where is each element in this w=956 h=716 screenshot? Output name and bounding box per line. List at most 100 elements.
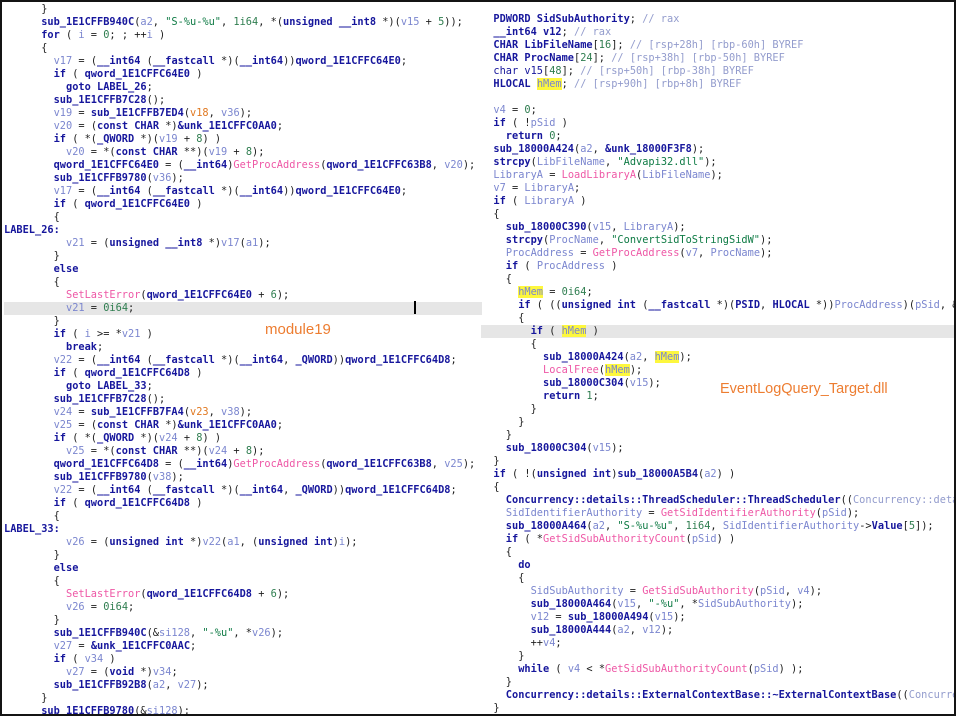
code-line[interactable]: for ( i = 0; ; ++i ) [4,29,482,42]
code-line[interactable]: { [481,338,954,351]
code-line[interactable]: v27 = &unk_1E1CFFC0AAC; [4,640,482,653]
code-line[interactable]: } [481,650,954,663]
code-line[interactable]: LABEL_26: [4,224,482,237]
code-line[interactable]: { [4,510,482,523]
code-line[interactable]: LABEL_33: [4,523,482,536]
code-line[interactable]: CHAR ProcName[24]; // [rsp+38h] [rbp-50h… [481,52,954,65]
code-line[interactable]: { [4,276,482,289]
code-line[interactable]: if ( qword_1E1CFFC64E0 ) [4,68,482,81]
code-line[interactable]: sub_1E1CFFB940C(a2, "S-%u-%u", 1i64, *(u… [4,16,482,29]
code-line[interactable]: { [481,546,954,559]
code-line[interactable]: if ( !(unsigned int)sub_18000A5B4(a2) ) [481,468,954,481]
code-line[interactable]: if ( i >= *v21 ) [4,328,482,341]
code-line[interactable]: sub_18000C390(v15, LibraryA); [481,221,954,234]
code-line[interactable]: else [4,263,482,276]
code-line[interactable]: break; [4,341,482,354]
code-line[interactable]: if ( *(_QWORD *)(v19 + 8) ) [4,133,482,146]
code-line[interactable]: v25 = (const CHAR *)&unk_1E1CFFC0AA0; [4,419,482,432]
code-line[interactable]: } [481,403,954,416]
code-line[interactable]: ProcAddress = GetProcAddress(v7, ProcNam… [481,247,954,260]
code-line[interactable]: strcpy(ProcName, "ConvertSidToStringSidW… [481,234,954,247]
code-line[interactable]: return 0; [481,130,954,143]
code-line[interactable]: { [4,575,482,588]
code-line[interactable]: v7 = LibraryA; [481,182,954,195]
code-line[interactable]: { [481,208,954,221]
code-line[interactable]: { [481,572,954,585]
code-line[interactable]: if ( qword_1E1CFFC64D8 ) [4,367,482,380]
code-line[interactable]: v17 = (__int64 (__fastcall *)(__int64))q… [4,55,482,68]
pseudocode-pane-right[interactable]: PDWORD SidSubAuthority; // rax __int64 v… [481,2,954,716]
code-line[interactable]: qword_1E1CFFC64D8 = (__int64)GetProcAddr… [4,458,482,471]
code-line[interactable]: v4 = 0; [481,104,954,117]
code-line[interactable]: { [481,273,954,286]
code-line[interactable]: { [4,211,482,224]
code-line[interactable]: v24 = sub_1E1CFFB7FA4(v23, v38); [4,406,482,419]
code-line[interactable]: LocalFree(hMem); [481,364,954,377]
code-line[interactable]: Concurrency::details::ThreadScheduler::T… [481,494,954,507]
code-line[interactable]: sub_1E1CFFB940C(&si128, "-%u", *v26); [4,627,482,640]
code-line[interactable]: sub_18000A464(v15, "-%u", *SidSubAuthori… [481,598,954,611]
code-line[interactable]: } [481,676,954,689]
code-line[interactable]: } [481,416,954,429]
code-line[interactable]: PDWORD SidSubAuthority; // rax [481,13,954,26]
code-line[interactable]: while ( v4 < *GetSidSubAuthorityCount(pS… [481,663,954,676]
code-line[interactable]: sub_1E1CFFB7C28(); [4,94,482,107]
code-line[interactable]: if ( !pSid ) [481,117,954,130]
code-line[interactable]: if ( *(_QWORD *)(v24 + 8) ) [4,432,482,445]
code-line[interactable]: } [4,250,482,263]
code-line[interactable]: sub_1E1CFFB9780(&si128); [4,705,482,714]
code-line[interactable]: } [4,549,482,562]
code-line[interactable]: sub_1E1CFFB92B8(a2, v27); [4,679,482,692]
code-line[interactable]: } [4,3,482,16]
code-line[interactable]: v17 = (__int64 (__fastcall *)(__int64))q… [4,185,482,198]
code-line[interactable]: SetLastError(qword_1E1CFFC64E0 + 6); [4,289,482,302]
code-line[interactable]: SidSubAuthority = GetSidSubAuthority(pSi… [481,585,954,598]
code-line[interactable]: { [481,481,954,494]
code-line[interactable]: } [481,429,954,442]
code-line[interactable]: sub_18000A424(a2, hMem); [481,351,954,364]
code-line[interactable]: Concurrency::details::ExternalContextBas… [481,689,954,702]
code-line[interactable]: CHAR LibFileName[16]; // [rsp+28h] [rbp-… [481,39,954,52]
code-line[interactable]: sub_1E1CFFB9780(v38); [4,471,482,484]
code-line-current[interactable]: v21 = 0i64; [4,302,482,315]
code-line[interactable]: qword_1E1CFFC64E0 = (__int64)GetProcAddr… [4,159,482,172]
code-line[interactable]: v19 = sub_1E1CFFB7ED4(v18, v36); [4,107,482,120]
code-line[interactable]: v22 = (__int64 (__fastcall *)(__int64, _… [4,484,482,497]
code-line[interactable]: if ( qword_1E1CFFC64E0 ) [4,198,482,211]
code-line[interactable]: SidIdentifierAuthority = GetSidIdentifie… [481,507,954,520]
code-line[interactable]: if ( *GetSidSubAuthorityCount(pSid) ) [481,533,954,546]
code-line[interactable]: v21 = (unsigned __int8 *)v17(a1); [4,237,482,250]
code-line[interactable]: goto LABEL_33; [4,380,482,393]
code-line[interactable]: sub_18000A444(a2, v12); [481,624,954,637]
code-line[interactable]: SetLastError(qword_1E1CFFC64D8 + 6); [4,588,482,601]
code-line[interactable]: } [4,614,482,627]
code-line[interactable]: sub_18000A464(a2, "S-%u-%u", 1i64, SidId… [481,520,954,533]
code-line[interactable]: v26 = (unsigned int *)v22(a1, (unsigned … [4,536,482,549]
code-line[interactable]: v25 = *(const CHAR **)(v24 + 8); [4,445,482,458]
code-line[interactable]: hMem = 0i64; [481,286,954,299]
code-line[interactable]: char v15[48]; // [rsp+50h] [rbp-38h] BYR… [481,65,954,78]
code-line[interactable]: if ( LibraryA ) [481,195,954,208]
code-line[interactable]: v27 = (void *)v34; [4,666,482,679]
code-line[interactable] [481,91,954,104]
code-line[interactable]: LibraryA = LoadLibraryA(LibFileName); [481,169,954,182]
code-line[interactable]: sub_18000C304(v15); [481,442,954,455]
code-line[interactable]: __int64 v12; // rax [481,26,954,39]
code-line[interactable]: v22 = (__int64 (__fastcall *)(__int64, _… [4,354,482,367]
code-line-current[interactable]: if ( hMem ) [481,325,954,338]
code-line[interactable]: v12 = sub_18000A494(v15); [481,611,954,624]
code-line[interactable]: sub_18000A424(a2, &unk_18000F3F8); [481,143,954,156]
code-line[interactable]: HLOCAL hMem; // [rsp+90h] [rbp+8h] BYREF [481,78,954,91]
code-line[interactable]: else [4,562,482,575]
code-line[interactable]: if ( v34 ) [4,653,482,666]
code-line[interactable]: } [481,702,954,715]
code-line[interactable]: if ( ProcAddress ) [481,260,954,273]
code-line[interactable]: } [4,692,482,705]
code-line[interactable]: sub_1E1CFFB7C28(); [4,393,482,406]
code-line[interactable]: if ( qword_1E1CFFC64D8 ) [4,497,482,510]
code-line[interactable]: } [4,315,482,328]
code-line[interactable]: goto LABEL_26; [4,81,482,94]
code-line[interactable]: v26 = 0i64; [4,601,482,614]
code-line[interactable]: { [481,312,954,325]
code-line[interactable]: ++v4; [481,637,954,650]
